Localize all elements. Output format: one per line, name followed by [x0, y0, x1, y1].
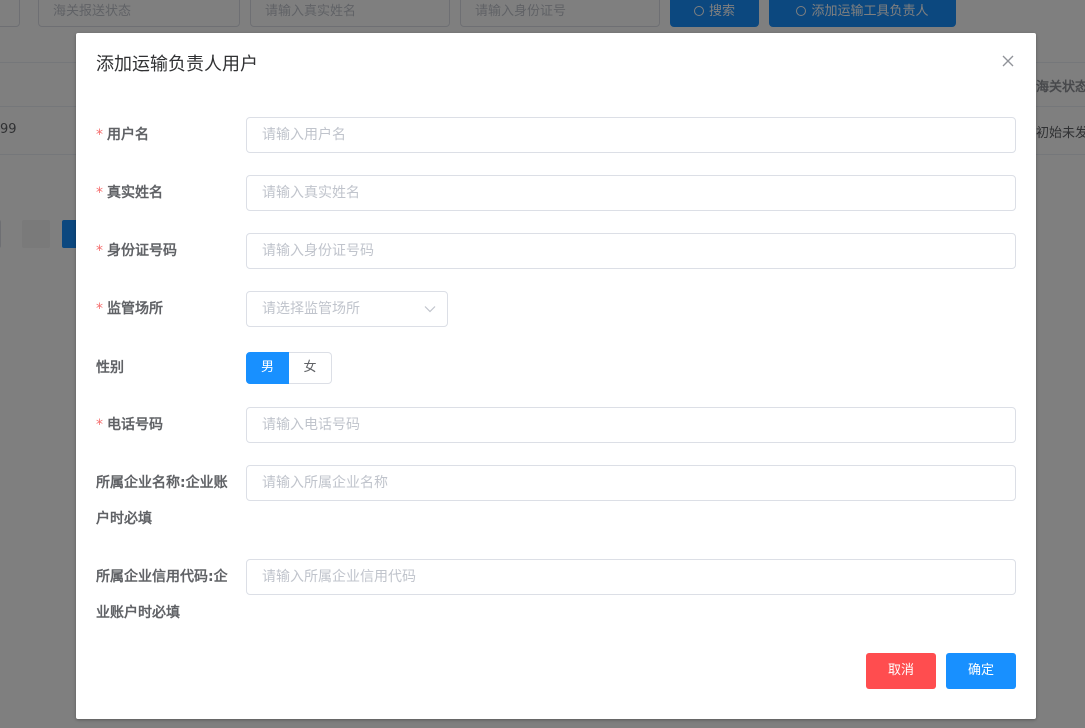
form-row-site: * 监管场所 请选择监管场所	[96, 291, 1016, 327]
form-row-username: * 用户名	[96, 117, 1016, 153]
username-label: * 用户名	[96, 117, 236, 153]
realname-label: * 真实姓名	[96, 175, 236, 211]
realname-input[interactable]	[246, 175, 1016, 211]
company-name-label: 所属企业名称:企业账户时必填	[96, 475, 228, 527]
idcard-label: * 身份证号码	[96, 233, 236, 269]
chevron-down-icon	[424, 306, 436, 313]
realname-label-text: 真实姓名	[107, 185, 163, 201]
required-mark: *	[96, 185, 103, 201]
site-select-placeholder: 请选择监管场所	[262, 301, 360, 317]
cancel-button[interactable]: 取消	[866, 653, 936, 689]
form-row-gender: 性别 男 女	[96, 352, 1016, 384]
close-button[interactable]	[1000, 53, 1016, 69]
credit-code-input[interactable]	[246, 559, 1016, 595]
phone-input[interactable]	[246, 407, 1016, 443]
form-row-idcard: * 身份证号码	[96, 233, 1016, 269]
username-label-text: 用户名	[107, 127, 149, 143]
site-select[interactable]: 请选择监管场所	[246, 291, 448, 327]
gender-label: 性别	[96, 360, 124, 376]
form-row-credit-code: 所属企业信用代码:企业账户时必填	[96, 559, 1016, 631]
phone-label-text: 电话号码	[107, 417, 163, 433]
close-icon	[1002, 55, 1014, 67]
required-mark: *	[96, 417, 103, 433]
company-name-input[interactable]	[246, 465, 1016, 501]
required-mark: *	[96, 127, 103, 143]
idcard-input[interactable]	[246, 233, 1016, 269]
form-row-company-name: 所属企业名称:企业账户时必填	[96, 465, 1016, 537]
form-row-realname: * 真实姓名	[96, 175, 1016, 211]
site-label-text: 监管场所	[107, 301, 163, 317]
gender-option-male[interactable]: 男	[246, 352, 289, 384]
required-mark: *	[96, 243, 103, 259]
phone-label: * 电话号码	[96, 407, 236, 443]
idcard-label-text: 身份证号码	[107, 243, 177, 259]
gender-option-female[interactable]: 女	[289, 352, 332, 384]
required-mark: *	[96, 301, 103, 317]
dialog-title: 添加运输负责人用户	[96, 54, 258, 75]
credit-code-label: 所属企业信用代码:企业账户时必填	[96, 569, 228, 621]
confirm-button[interactable]: 确定	[946, 653, 1016, 689]
username-input[interactable]	[246, 117, 1016, 153]
form-row-phone: * 电话号码	[96, 407, 1016, 443]
site-label: * 监管场所	[96, 291, 236, 327]
add-user-dialog: 添加运输负责人用户 *用户名 *真实姓名 *身份证号码 *监管场所 请选择监管场…	[76, 33, 1036, 719]
gender-radio-group: 男 女	[246, 352, 332, 384]
